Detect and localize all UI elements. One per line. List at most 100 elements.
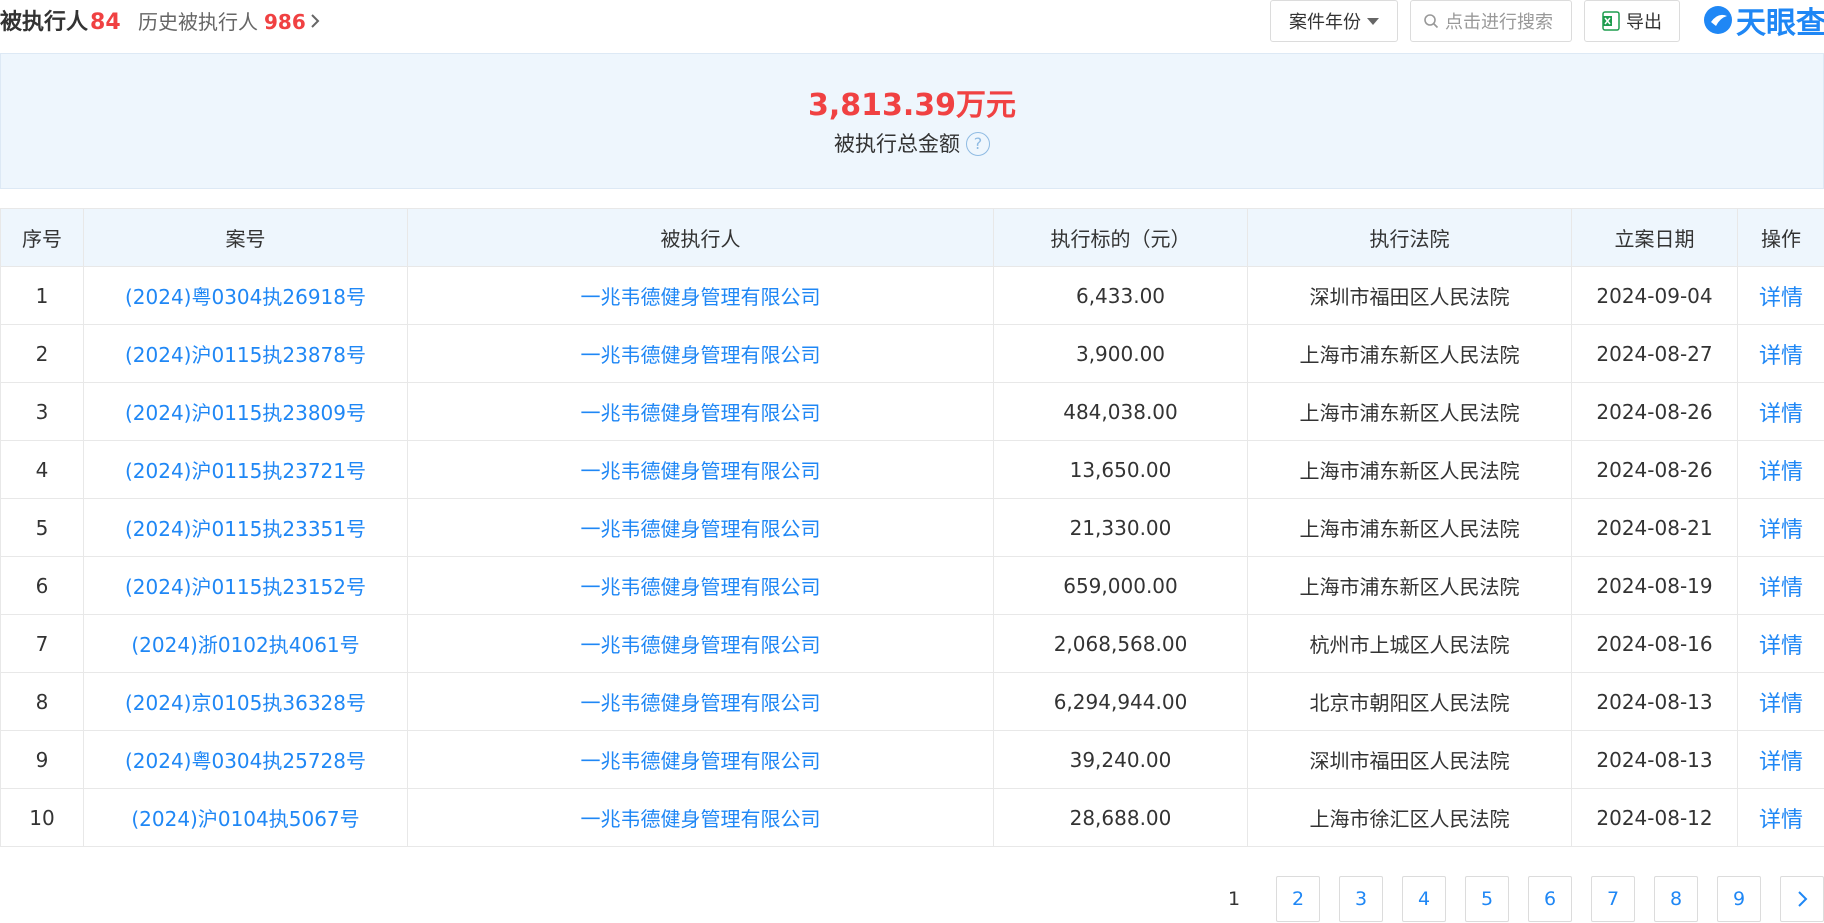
header-action: 操作 (1737, 208, 1824, 267)
cell-index: 10 (0, 788, 84, 847)
case-number-link[interactable]: (2024)沪0115执23878号 (83, 324, 408, 383)
cell-index: 5 (0, 498, 84, 557)
cell-court: 上海市浦东新区人民法院 (1247, 324, 1572, 383)
cell-amount: 28,688.00 (993, 788, 1248, 847)
detail-link[interactable]: 详情 (1737, 382, 1824, 441)
cell-amount: 659,000.00 (993, 556, 1248, 615)
table-row: 10 (2024)沪0104执5067号 一兆韦德健身管理有限公司 28,688… (0, 788, 1824, 847)
chevron-right-icon (1798, 891, 1808, 907)
case-number-link[interactable]: (2024)沪0104执5067号 (83, 788, 408, 847)
tab-history-count: 986 (264, 10, 306, 34)
summary-panel: 3,813.39万元 被执行总金额? (0, 53, 1824, 189)
page-button[interactable]: 3 (1339, 876, 1383, 922)
party-link[interactable]: 一兆韦德健身管理有限公司 (407, 498, 994, 557)
case-number-link[interactable]: (2024)沪0115执23152号 (83, 556, 408, 615)
case-number-link[interactable]: (2024)粤0304执26918号 (83, 266, 408, 325)
page-button[interactable]: 2 (1276, 876, 1320, 922)
cell-date: 2024-08-26 (1571, 440, 1738, 499)
tianyancha-logo: 天眼查 (1702, 0, 1824, 41)
page-button[interactable]: 8 (1654, 876, 1698, 922)
page-button[interactable]: 5 (1465, 876, 1509, 922)
pagination: 1 2 3 4 5 6 7 8 9 (0, 876, 1824, 922)
cell-court: 深圳市福田区人民法院 (1247, 730, 1572, 789)
executed-person-table: 序号 案号 被执行人 执行标的（元） 执行法院 立案日期 操作 1 (2024)… (0, 208, 1824, 847)
cell-index: 9 (0, 730, 84, 789)
detail-link[interactable]: 详情 (1737, 672, 1824, 731)
page-button[interactable]: 7 (1591, 876, 1635, 922)
party-link[interactable]: 一兆韦德健身管理有限公司 (407, 730, 994, 789)
detail-link[interactable]: 详情 (1737, 556, 1824, 615)
header-case-no: 案号 (83, 208, 408, 267)
tab-executed-person[interactable]: 被执行人84 (0, 4, 121, 36)
cell-index: 7 (0, 614, 84, 673)
detail-link[interactable]: 详情 (1737, 440, 1824, 499)
search-icon (1424, 14, 1439, 29)
header-court: 执行法院 (1247, 208, 1572, 267)
cell-index: 8 (0, 672, 84, 731)
logo-text: 天眼查 (1736, 6, 1824, 41)
case-number-link[interactable]: (2024)沪0115执23721号 (83, 440, 408, 499)
case-number-link[interactable]: (2024)沪0115执23809号 (83, 382, 408, 441)
table-row: 8 (2024)京0105执36328号 一兆韦德健身管理有限公司 6,294,… (0, 672, 1824, 731)
header-index: 序号 (0, 208, 84, 267)
tab-history-label: 历史被执行人 (138, 10, 258, 34)
table-header-row: 序号 案号 被执行人 执行标的（元） 执行法院 立案日期 操作 (0, 208, 1824, 267)
cell-court: 上海市徐汇区人民法院 (1247, 788, 1572, 847)
cell-index: 1 (0, 266, 84, 325)
cell-date: 2024-08-16 (1571, 614, 1738, 673)
question-circle-icon[interactable]: ? (966, 131, 990, 156)
logo-icon (1704, 6, 1732, 34)
detail-link[interactable]: 详情 (1737, 324, 1824, 383)
party-link[interactable]: 一兆韦德健身管理有限公司 (407, 788, 994, 847)
header-bar: 被执行人84 历史被执行人 986 案件年份 点击进行搜索 导出 天眼查 (0, 0, 1824, 52)
page-button[interactable]: 9 (1717, 876, 1761, 922)
cell-date: 2024-08-21 (1571, 498, 1738, 557)
table-row: 6 (2024)沪0115执23152号 一兆韦德健身管理有限公司 659,00… (0, 556, 1824, 615)
cell-amount: 39,240.00 (993, 730, 1248, 789)
detail-link[interactable]: 详情 (1737, 730, 1824, 789)
cell-date: 2024-08-19 (1571, 556, 1738, 615)
year-filter-label: 案件年份 (1289, 12, 1361, 33)
cell-amount: 6,294,944.00 (993, 672, 1248, 731)
table-row: 2 (2024)沪0115执23878号 一兆韦德健身管理有限公司 3,900.… (0, 324, 1824, 383)
header-amount: 执行标的（元） (993, 208, 1248, 267)
table-row: 7 (2024)浙0102执4061号 一兆韦德健身管理有限公司 2,068,5… (0, 614, 1824, 673)
party-link[interactable]: 一兆韦德健身管理有限公司 (407, 324, 994, 383)
cell-date: 2024-09-04 (1571, 266, 1738, 325)
party-link[interactable]: 一兆韦德健身管理有限公司 (407, 440, 994, 499)
total-amount: 3,813.39万元 (807, 88, 1017, 123)
export-button[interactable]: 导出 (1584, 0, 1680, 42)
case-number-link[interactable]: (2024)浙0102执4061号 (83, 614, 408, 673)
party-link[interactable]: 一兆韦德健身管理有限公司 (407, 382, 994, 441)
case-number-link[interactable]: (2024)粤0304执25728号 (83, 730, 408, 789)
party-link[interactable]: 一兆韦德健身管理有限公司 (407, 672, 994, 731)
search-placeholder: 点击进行搜索 (1445, 12, 1553, 33)
detail-link[interactable]: 详情 (1737, 266, 1824, 325)
page-button[interactable]: 6 (1528, 876, 1572, 922)
case-number-link[interactable]: (2024)沪0115执23351号 (83, 498, 408, 557)
total-amount-label-row: 被执行总金额? (1, 128, 1823, 158)
cell-court: 北京市朝阳区人民法院 (1247, 672, 1572, 731)
cell-amount: 3,900.00 (993, 324, 1248, 383)
cell-amount: 2,068,568.00 (993, 614, 1248, 673)
next-page-button[interactable] (1780, 876, 1824, 922)
cell-court: 上海市浦东新区人民法院 (1247, 382, 1572, 441)
cell-amount: 6,433.00 (993, 266, 1248, 325)
detail-link[interactable]: 详情 (1737, 614, 1824, 673)
tab-history-executed-person[interactable]: 历史被执行人 986 (138, 6, 320, 35)
party-link[interactable]: 一兆韦德健身管理有限公司 (407, 614, 994, 673)
table-row: 9 (2024)粤0304执25728号 一兆韦德健身管理有限公司 39,240… (0, 730, 1824, 789)
page-current: 1 (1212, 876, 1256, 922)
excel-icon (1602, 11, 1620, 31)
detail-link[interactable]: 详情 (1737, 788, 1824, 847)
party-link[interactable]: 一兆韦德健身管理有限公司 (407, 556, 994, 615)
table-row: 3 (2024)沪0115执23809号 一兆韦德健身管理有限公司 484,03… (0, 382, 1824, 441)
page-button[interactable]: 4 (1402, 876, 1446, 922)
cell-court: 上海市浦东新区人民法院 (1247, 440, 1572, 499)
search-input[interactable]: 点击进行搜索 (1410, 0, 1572, 42)
detail-link[interactable]: 详情 (1737, 498, 1824, 557)
case-number-link[interactable]: (2024)京0105执36328号 (83, 672, 408, 731)
cell-amount: 484,038.00 (993, 382, 1248, 441)
party-link[interactable]: 一兆韦德健身管理有限公司 (407, 266, 994, 325)
year-filter-dropdown[interactable]: 案件年份 (1270, 0, 1398, 42)
